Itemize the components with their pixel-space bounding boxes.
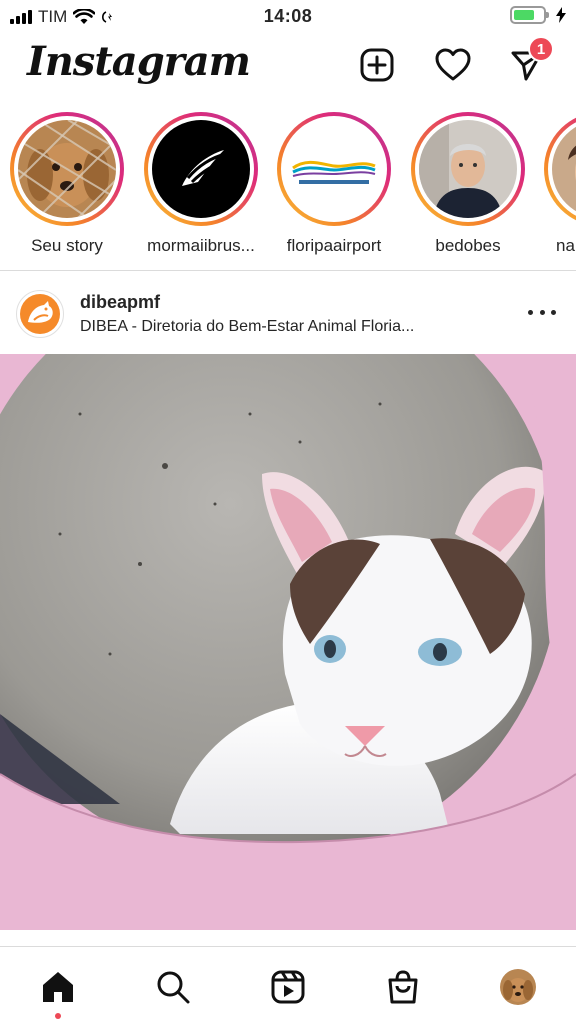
story-item-mormaii[interactable]: mormaiibrus... bbox=[138, 112, 264, 256]
story-item-own[interactable]: Seu story bbox=[4, 112, 130, 256]
plus-square-icon bbox=[360, 48, 394, 82]
post-avatar[interactable] bbox=[16, 290, 64, 338]
story-item-bedobes[interactable]: bedobes bbox=[405, 112, 531, 256]
home-icon bbox=[43, 972, 73, 1002]
nav-profile[interactable] bbox=[498, 967, 538, 1007]
home-active-dot bbox=[55, 1013, 61, 1019]
story-ring bbox=[411, 112, 525, 226]
post-image[interactable] bbox=[0, 354, 576, 930]
nav-shop[interactable] bbox=[383, 967, 423, 1007]
story-label: floripaairport bbox=[286, 236, 382, 255]
messages-badge: 1 bbox=[528, 36, 554, 62]
battery-icon bbox=[510, 6, 549, 24]
story-label: na bbox=[556, 236, 575, 255]
story-label: mormaiibrus... bbox=[147, 236, 255, 255]
nav-search[interactable] bbox=[153, 967, 193, 1007]
post-username[interactable]: dibeapmf bbox=[80, 292, 160, 313]
activity-button[interactable] bbox=[434, 46, 472, 84]
more-horizontal-icon bbox=[528, 309, 533, 315]
app-header: Instagram 1 bbox=[0, 34, 576, 100]
stories-tray[interactable]: Seu story mormaiibrus... floripaairport … bbox=[0, 108, 576, 270]
story-item-floripaairport[interactable]: floripaairport bbox=[271, 112, 397, 256]
status-right bbox=[510, 6, 566, 24]
reels-icon bbox=[271, 970, 305, 1004]
shopping-bag-icon bbox=[388, 970, 418, 1004]
heart-icon bbox=[435, 48, 471, 81]
story-ring bbox=[144, 112, 258, 226]
story-ring bbox=[544, 112, 576, 226]
more-options-button[interactable] bbox=[528, 302, 556, 322]
story-avatar-woman bbox=[552, 120, 576, 218]
nav-reels[interactable] bbox=[268, 967, 308, 1007]
story-avatar-floripa bbox=[285, 120, 383, 218]
profile-avatar bbox=[500, 969, 536, 1005]
story-ring bbox=[277, 112, 391, 226]
bottom-nav bbox=[0, 946, 576, 1024]
post-location[interactable]: DIBEA - Diretoria do Bem-Estar Animal Fl… bbox=[80, 318, 414, 336]
story-item-na[interactable]: na bbox=[538, 112, 576, 256]
nav-home[interactable] bbox=[38, 967, 78, 1007]
new-post-button[interactable] bbox=[358, 46, 396, 84]
story-avatar-mormaii bbox=[152, 120, 250, 218]
instagram-logo[interactable]: Instagram bbox=[27, 38, 251, 85]
divider bbox=[0, 270, 576, 271]
story-avatar-dog bbox=[18, 120, 116, 218]
clock: 14:08 bbox=[263, 6, 313, 26]
story-label: bedobes bbox=[435, 236, 501, 255]
search-icon bbox=[157, 971, 190, 1004]
direct-messages-button[interactable]: 1 bbox=[508, 36, 554, 84]
post-header: dibeapmf DIBEA - Diretoria do Bem-Estar … bbox=[0, 280, 576, 354]
story-label: Seu story bbox=[31, 236, 103, 255]
dibea-logo-icon bbox=[20, 294, 60, 334]
story-ring bbox=[10, 112, 124, 226]
story-avatar-bedobes bbox=[419, 120, 517, 218]
status-bar: TIM 14:08 bbox=[0, 0, 576, 34]
charging-bolt-icon bbox=[556, 7, 566, 23]
